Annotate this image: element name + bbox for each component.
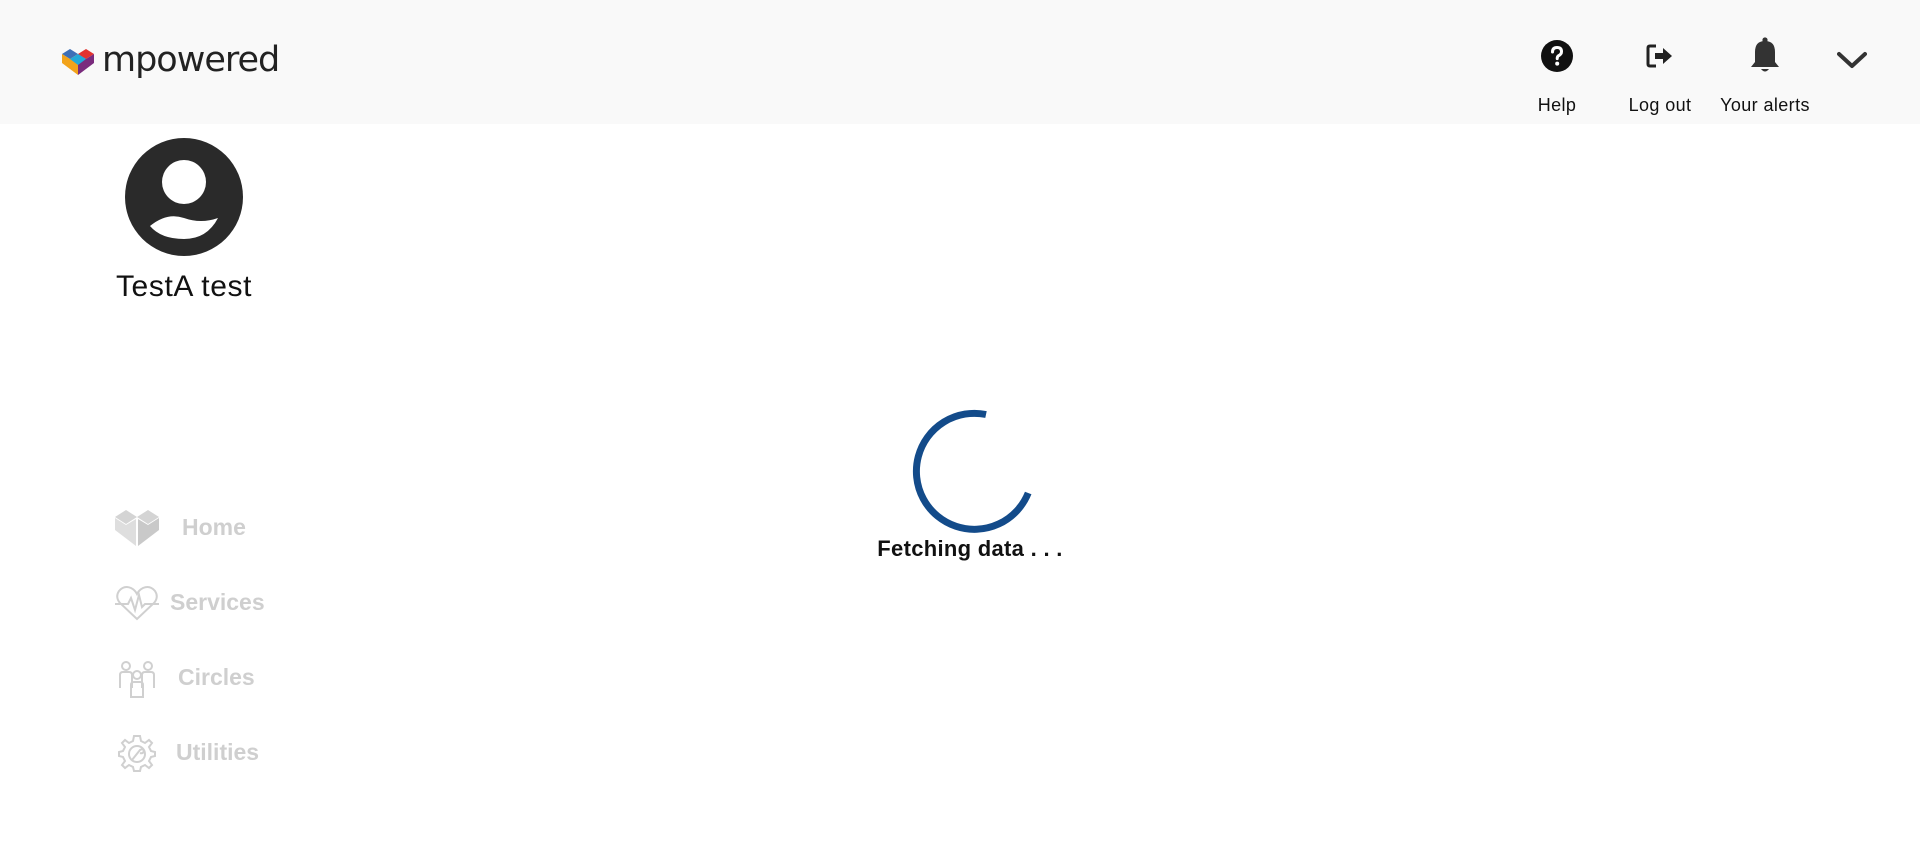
heart-logo-icon	[62, 49, 94, 75]
heart-logo-icon	[112, 503, 162, 553]
alerts-button[interactable]: Your alerts	[1710, 36, 1820, 116]
account-menu-toggle[interactable]	[1832, 42, 1872, 78]
logo-wordmark: mpowered	[102, 39, 280, 80]
logout-button[interactable]: Log out	[1615, 36, 1705, 116]
gear-wrench-icon	[112, 728, 162, 778]
user-name: TestA test	[115, 270, 253, 303]
alerts-label: Your alerts	[1720, 95, 1810, 115]
logout-icon	[1640, 36, 1680, 76]
people-group-icon	[112, 653, 162, 703]
sidebar-item-utilities[interactable]: Utilities	[112, 715, 312, 790]
top-header: mpowered Help Log out Your alerts	[0, 0, 1920, 124]
sidebar-item-label: Circles	[178, 664, 255, 690]
sidebar-item-services[interactable]: Services	[112, 565, 312, 640]
logout-label: Log out	[1628, 95, 1692, 115]
bell-icon	[1745, 36, 1785, 76]
loading-indicator: Fetching data . . .	[860, 398, 1080, 562]
sidebar-item-label: Home	[182, 514, 246, 540]
heart-pulse-icon	[112, 578, 162, 628]
help-icon	[1537, 36, 1577, 76]
loading-spinner-icon	[912, 409, 1032, 533]
sidebar-item-circles[interactable]: Circles	[112, 640, 312, 715]
sidebar-item-home[interactable]: Home	[112, 490, 312, 565]
sidebar-item-label: Utilities	[176, 739, 260, 765]
mpowered-logo[interactable]: mpowered	[62, 39, 280, 82]
sidebar-item-label: Services	[170, 589, 265, 615]
user-profile: TestA test	[100, 138, 268, 304]
chevron-down-icon	[1837, 52, 1867, 68]
help-button[interactable]: Help	[1517, 36, 1597, 116]
sidebar-nav: Home Services Circles Utilities	[112, 490, 312, 790]
loading-text: Fetching data . . .	[877, 536, 1063, 561]
help-label: Help	[1537, 95, 1577, 115]
avatar[interactable]	[125, 138, 243, 256]
